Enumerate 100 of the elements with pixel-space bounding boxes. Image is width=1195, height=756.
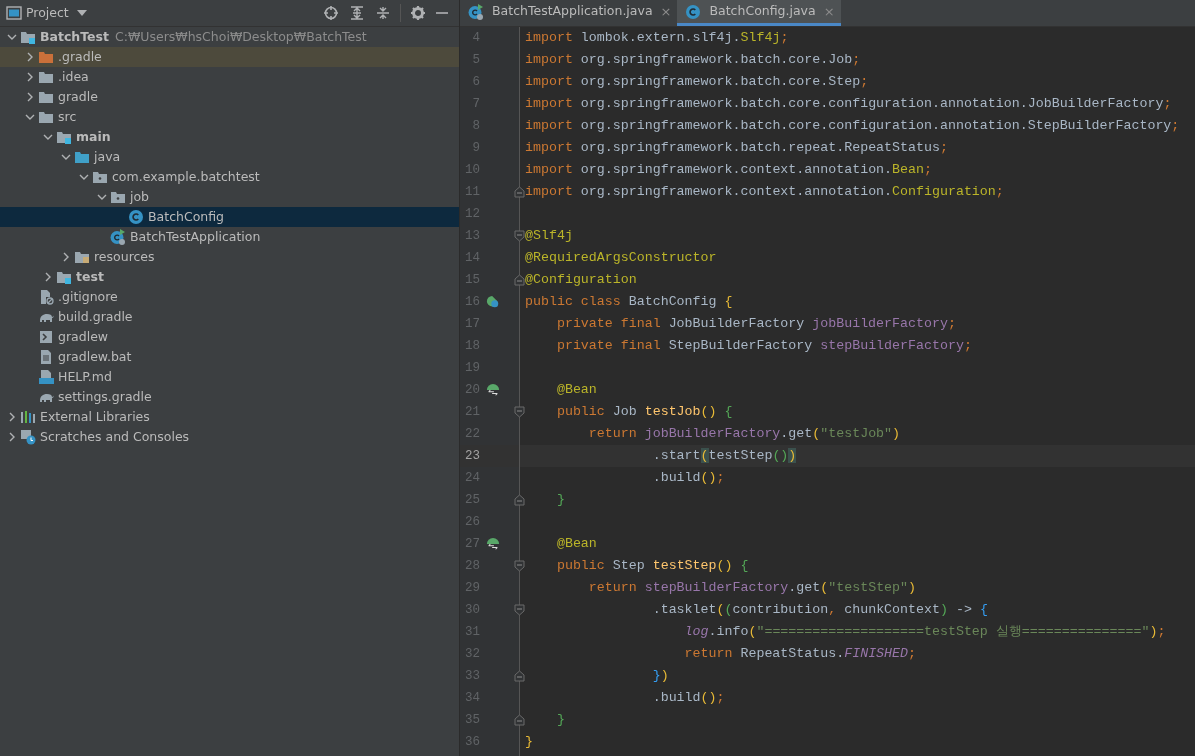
tree-item-label: BatchConfig <box>148 207 225 226</box>
tree-row[interactable]: src <box>0 107 459 127</box>
folder-icon <box>38 109 54 125</box>
dropdown-caret-icon[interactable] <box>76 9 87 17</box>
code-line: @Bean <box>555 381 597 400</box>
file-icon <box>38 289 54 305</box>
chevron-right-icon[interactable] <box>25 92 35 102</box>
code-line: return RepeatStatus.FINISHED; <box>683 645 916 664</box>
code-line: import org.springframework.context.annotation.Bean; <box>525 161 932 180</box>
tree-row[interactable]: gradlew <box>0 327 459 347</box>
code-line: } <box>555 711 565 730</box>
chevron-down-icon[interactable] <box>97 192 107 202</box>
line-number: 23 <box>464 447 480 465</box>
code-line: @Bean <box>555 535 597 554</box>
tree-row[interactable]: java <box>0 147 459 167</box>
chevron-right-icon[interactable] <box>61 252 71 262</box>
chevron-right-icon[interactable] <box>25 72 35 82</box>
tree-item-label: build.gradle <box>58 307 133 326</box>
fold-marker-icon[interactable] <box>514 714 525 726</box>
code-line: private final JobBuilderFactory jobBuilderFactory; <box>555 315 956 334</box>
code-line: .start(testStep()) <box>651 447 797 466</box>
code-line: import org.springframework.batch.core.Step; <box>525 73 869 92</box>
class-icon <box>110 229 126 245</box>
folder-icon <box>74 149 90 165</box>
package-icon <box>110 189 126 205</box>
code-line: private final StepBuilderFactory stepBuilderFactory; <box>555 337 972 356</box>
tree-item-label: .gitignore <box>58 287 118 306</box>
fold-marker-icon[interactable] <box>514 670 525 682</box>
tree-row[interactable]: main <box>0 127 459 147</box>
tree-row[interactable]: BatchConfig <box>0 207 459 227</box>
code-line: .build(); <box>651 689 725 708</box>
class-icon <box>468 3 484 20</box>
bean-gutter-icon[interactable] <box>486 383 500 397</box>
tree-row[interactable]: com.example.batchtest <box>0 167 459 187</box>
fold-marker-icon[interactable] <box>514 230 525 242</box>
code-line: .tasklet((contribution, chunkContext) -> { <box>651 601 988 620</box>
tree-item-label: src <box>58 107 77 126</box>
file-icon <box>38 349 54 365</box>
tree-row[interactable]: test <box>0 267 459 287</box>
code-line: import org.springframework.batch.repeat.RepeatStatus; <box>525 139 948 158</box>
tree-row[interactable]: .gitignore <box>0 287 459 307</box>
minimize-icon <box>436 12 448 14</box>
bean-gutter-icon[interactable] <box>486 537 500 551</box>
chevron-right-icon[interactable] <box>7 432 17 442</box>
code-line: @Slf4j <box>525 227 573 246</box>
fold-marker-icon[interactable] <box>514 494 525 506</box>
tree-row[interactable]: External Libraries <box>0 407 459 427</box>
folder-icon <box>56 129 72 145</box>
chevron-right-icon[interactable] <box>43 272 53 282</box>
path-hint: C:₩Users₩hsChoi₩Desktop₩BatchTest <box>115 27 367 46</box>
chevron-down-icon[interactable] <box>79 172 89 182</box>
tree-item-label: Scratches and Consoles <box>40 427 190 446</box>
close-tab-button[interactable]: × <box>660 1 672 22</box>
chevron-right-icon[interactable] <box>7 412 17 422</box>
collapse-all-icon <box>375 5 391 21</box>
chevron-down-icon[interactable] <box>61 152 71 162</box>
panel-icon <box>6 6 22 20</box>
chevron-down-icon[interactable] <box>43 132 53 142</box>
code-line: return stepBuilderFactory.get("testStep") <box>587 579 917 598</box>
tree-item-label: java <box>94 147 121 166</box>
tree-item-label: .gradle <box>58 47 102 66</box>
tree-row[interactable]: BatchTest C:₩Users₩hsChoi₩Desktop₩BatchTest <box>0 27 459 47</box>
tree-row[interactable]: HELP.md <box>0 367 459 387</box>
fold-marker-icon[interactable] <box>514 274 525 286</box>
tree-row[interactable]: build.gradle <box>0 307 459 327</box>
panel-title[interactable]: Project <box>26 3 69 23</box>
settings-icon <box>410 5 426 21</box>
chevron-down-icon[interactable] <box>25 112 35 122</box>
editor-tab[interactable]: BatchConfig.java × <box>677 0 841 26</box>
folder-icon <box>56 269 72 285</box>
code-line: log.info("====================testStep 실행==============="); <box>683 623 1166 642</box>
editor-tab[interactable]: BatchTestApplication.java × <box>460 0 678 26</box>
tree-item-label: main <box>76 127 111 146</box>
bean-gutter-icon[interactable] <box>486 295 500 309</box>
folder-icon <box>74 249 90 265</box>
code-line: public class BatchConfig { <box>525 293 733 312</box>
tree-row[interactable]: resources <box>0 247 459 267</box>
tree-row[interactable]: job <box>0 187 459 207</box>
fold-marker-icon[interactable] <box>514 604 525 616</box>
tree-item-label: gradle <box>58 87 98 106</box>
tree-row[interactable]: BatchTestApplication <box>0 227 459 247</box>
tree-row[interactable]: settings.gradle <box>0 387 459 407</box>
fold-marker-icon[interactable] <box>514 186 525 198</box>
tree-row[interactable]: gradlew.bat <box>0 347 459 367</box>
chevron-right-icon[interactable] <box>25 52 35 62</box>
code-line: } <box>555 491 565 510</box>
fold-marker-icon[interactable] <box>514 406 525 418</box>
fold-marker-icon[interactable] <box>514 560 525 572</box>
scratches-icon <box>20 429 36 445</box>
tree-row[interactable]: gradle <box>0 87 459 107</box>
markdown-file-icon <box>38 369 54 385</box>
tree-row[interactable]: .idea <box>0 67 459 87</box>
folder-icon <box>38 89 54 105</box>
tree-item-label: settings.gradle <box>58 387 152 406</box>
tree-row[interactable]: Scratches and Consoles <box>0 427 459 447</box>
code-line: public Job testJob() { <box>555 403 733 422</box>
code-line: @RequiredArgsConstructor <box>525 249 717 268</box>
chevron-down-icon[interactable] <box>7 32 17 42</box>
code-line: import lombok.extern.slf4j.Slf4j; <box>525 29 789 48</box>
tree-row[interactable]: .gradle <box>0 47 459 67</box>
